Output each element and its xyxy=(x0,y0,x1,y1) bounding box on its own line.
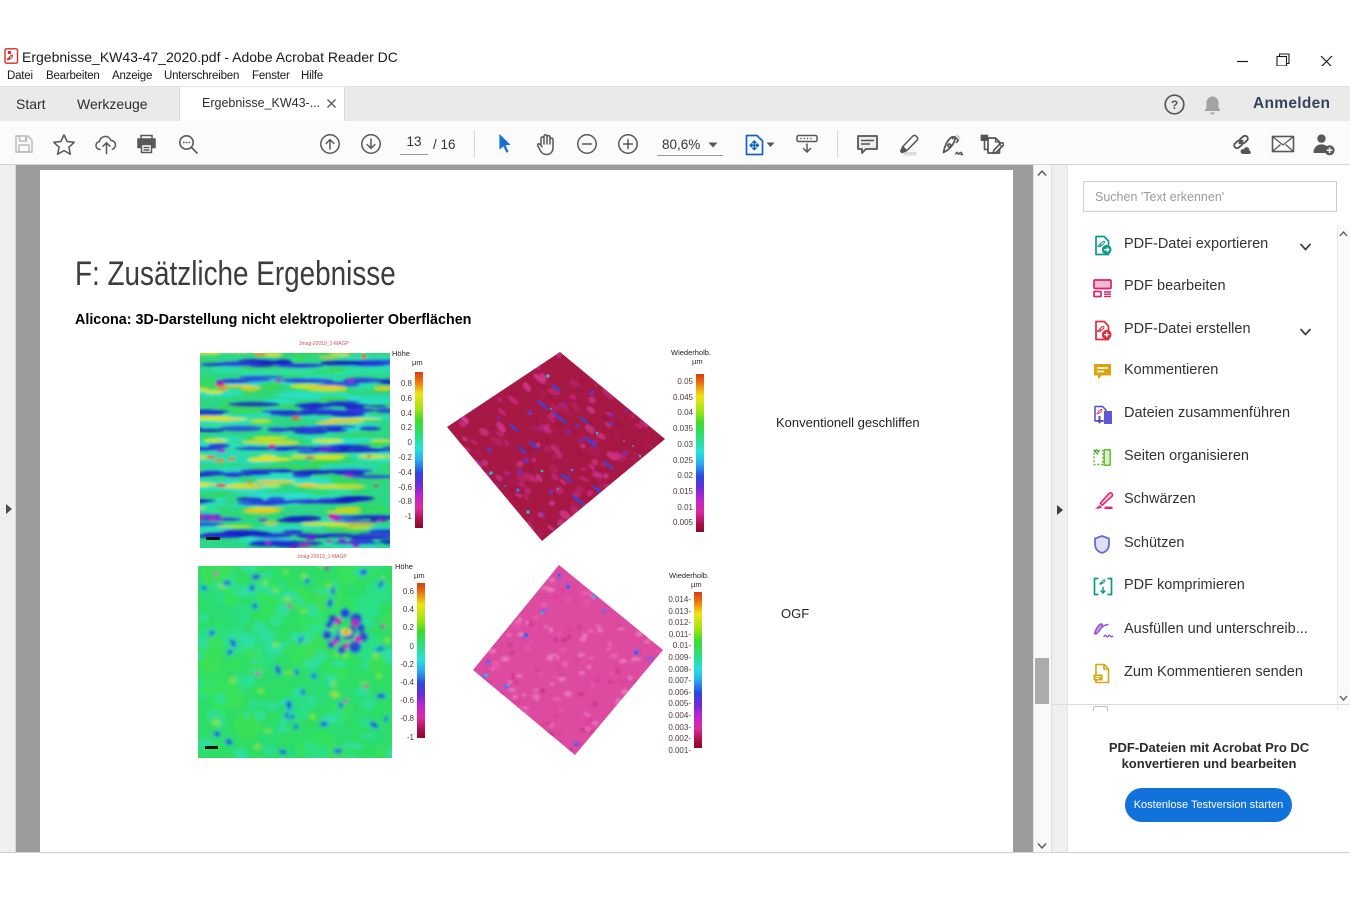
svg-text:?: ? xyxy=(1171,98,1178,112)
